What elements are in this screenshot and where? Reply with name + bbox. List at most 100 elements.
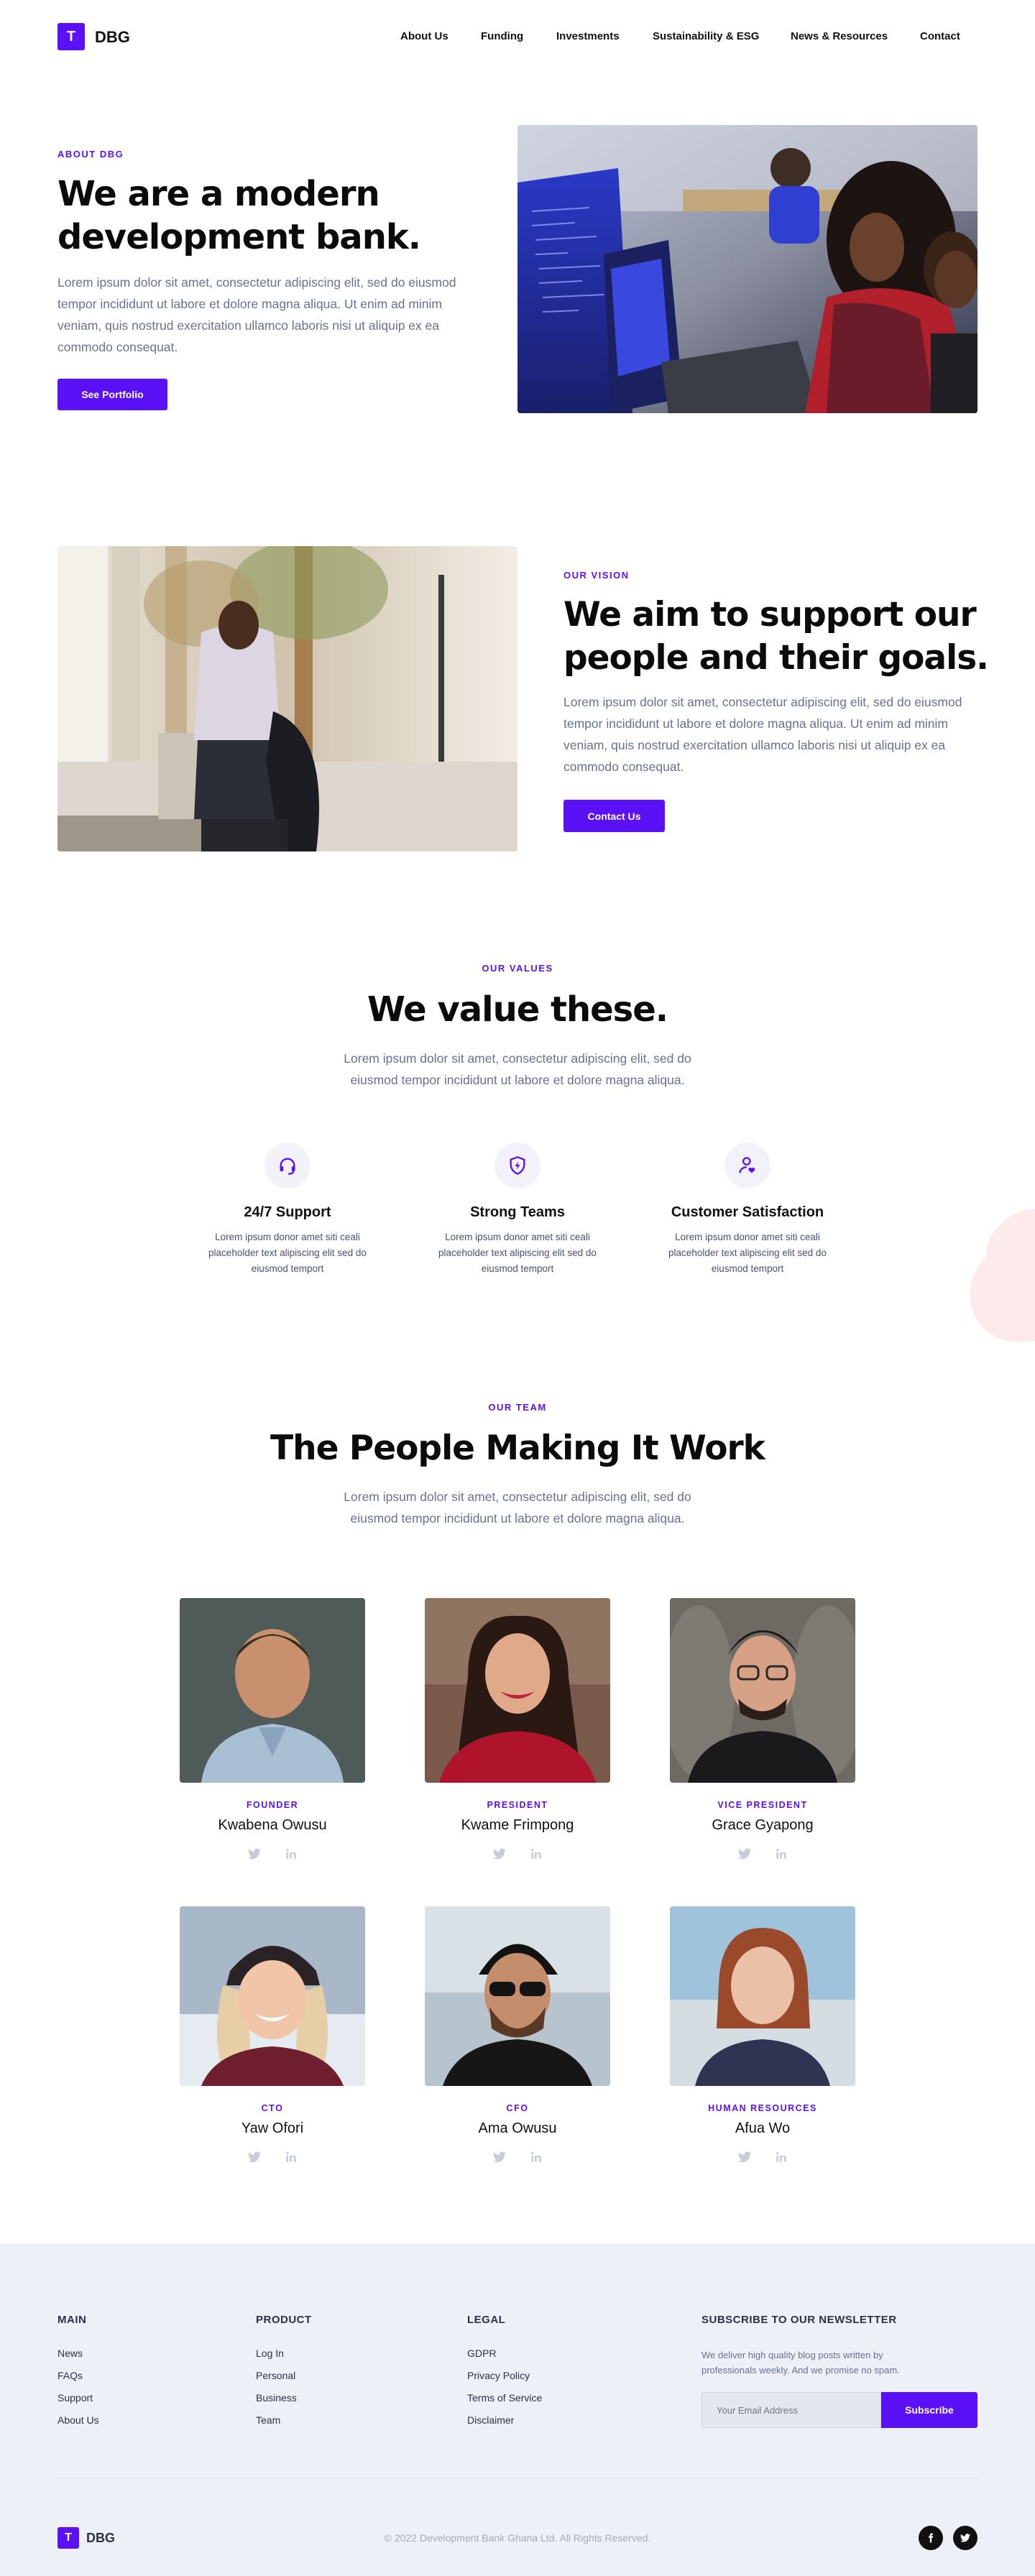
linkedin-icon[interactable] <box>776 1848 787 1860</box>
team-eyebrow: OUR TEAM <box>488 1402 547 1413</box>
footer-link-terms[interactable]: Terms of Service <box>467 2392 542 2404</box>
vision-title-line2: people and their goals. <box>564 638 989 678</box>
hero-image <box>518 125 978 413</box>
see-portfolio-button[interactable]: See Portfolio <box>58 379 167 410</box>
smiling-man-photo <box>58 546 518 851</box>
logo-text[interactable]: DBG <box>95 28 130 47</box>
footer-link-news[interactable]: News <box>58 2348 99 2359</box>
value-text-line: eiusmod temport <box>711 1263 784 1274</box>
member-role: VICE PRESIDENT <box>717 1800 808 1810</box>
value-text-line: placeholder text alipiscing elit sed do <box>208 1247 367 1258</box>
member-name: Ama Owusu <box>478 2120 557 2136</box>
team-member-card: PRESIDENT Kwame Frimpong <box>425 1598 610 1860</box>
values-eyebrow: OUR VALUES <box>482 963 553 974</box>
member-portrait <box>425 1598 610 1783</box>
team-description-line2: eiusmod tempor incididunt ut labore et d… <box>350 1511 685 1525</box>
linkedin-icon[interactable] <box>285 1848 297 1860</box>
twitter-icon[interactable] <box>493 1848 506 1860</box>
value-text-line: Lorem ipsum donor amet siti ceali <box>445 1232 590 1242</box>
footer-link-log-in[interactable]: Log In <box>256 2348 312 2359</box>
linkedin-icon[interactable] <box>530 2151 542 2163</box>
contact-us-button[interactable]: Contact Us <box>564 800 665 832</box>
user-heart-icon <box>739 1157 755 1173</box>
member-social <box>670 1848 855 1860</box>
vision-title-line1: We aim to support our <box>564 595 977 634</box>
twitter-icon[interactable] <box>738 1848 751 1860</box>
member-photo <box>425 1906 610 2086</box>
vision-image <box>58 546 518 851</box>
nav-news-resources[interactable]: News & Resources <box>791 30 888 42</box>
newsletter-text-line1: We deliver high quality blog posts writt… <box>702 2350 883 2360</box>
footer-heading: LEGAL <box>467 2314 506 2326</box>
member-social <box>425 2151 610 2163</box>
twitter-icon[interactable] <box>248 2151 261 2163</box>
logo-mark[interactable]: T <box>58 23 85 50</box>
nav-funding[interactable]: Funding <box>481 30 523 42</box>
value-icon-wrap <box>264 1142 310 1188</box>
value-text-line: eiusmod temport <box>481 1263 554 1274</box>
member-photo <box>670 1906 855 2086</box>
nav-about-us[interactable]: About Us <box>400 30 448 42</box>
decorative-blob <box>970 1209 1035 1342</box>
twitter-icon[interactable] <box>953 2526 978 2550</box>
member-portrait <box>180 1906 365 2086</box>
value-icon-wrap <box>494 1142 540 1188</box>
values-description: Lorem ipsum dolor sit amet, consectetur … <box>0 1048 1035 1091</box>
value-text-line: Lorem ipsum donor amet siti ceali <box>215 1232 360 1242</box>
newsletter: SUBSCRIBE TO OUR NEWSLETTER We deliver h… <box>702 2314 978 2428</box>
team-member-card: FOUNDER Kwabena Owusu <box>180 1598 365 1860</box>
team-member-card: VICE PRESIDENT Grace Gyapong <box>670 1598 855 1860</box>
footer-divider <box>58 2478 978 2479</box>
member-role: PRESIDENT <box>487 1800 548 1810</box>
subscribe-button[interactable]: Subscribe <box>881 2392 978 2428</box>
nav-investments[interactable]: Investments <box>556 30 620 42</box>
value-text: Lorem ipsum donor amet siti ceali placeh… <box>187 1229 388 1277</box>
member-portrait <box>670 1598 855 1783</box>
footer-col-legal: LEGAL GDPR Privacy Policy Terms of Servi… <box>467 2314 542 2426</box>
footer-link-gdpr[interactable]: GDPR <box>467 2348 542 2359</box>
shield-icon <box>510 1156 525 1175</box>
footer-col-product: PRODUCT Log In Personal Business Team <box>256 2314 312 2426</box>
footer-link-business[interactable]: Business <box>256 2392 312 2404</box>
member-role: CTO <box>261 2103 284 2113</box>
headset-icon <box>280 1158 295 1175</box>
footer-link-disclaimer[interactable]: Disclaimer <box>467 2414 542 2426</box>
member-name: Grace Gyapong <box>712 1817 814 1833</box>
footer-col-main: MAIN News FAQs Support About Us <box>58 2314 99 2426</box>
member-social <box>180 1848 365 1860</box>
twitter-icon[interactable] <box>738 2151 751 2163</box>
footer-link-support[interactable]: Support <box>58 2392 99 2404</box>
footer-link-privacy-policy[interactable]: Privacy Policy <box>467 2370 542 2381</box>
linkedin-icon[interactable] <box>776 2151 787 2163</box>
value-text: Lorem ipsum donor amet siti ceali placeh… <box>647 1229 848 1277</box>
member-role: HUMAN RESOURCES <box>708 2103 817 2113</box>
values-description-line1: Lorem ipsum dolor sit amet, consectetur … <box>344 1051 691 1066</box>
site-footer: MAIN News FAQs Support About Us PRODUCT … <box>0 2243 1035 2576</box>
linkedin-icon[interactable] <box>530 1848 542 1860</box>
value-text-line: placeholder text alipiscing elit sed do <box>438 1247 597 1258</box>
member-portrait <box>670 1906 855 2086</box>
member-social <box>670 2151 855 2163</box>
footer-link-faqs[interactable]: FAQs <box>58 2370 99 2381</box>
twitter-icon[interactable] <box>493 2151 506 2163</box>
member-role: FOUNDER <box>246 1800 299 1810</box>
team-description-line1: Lorem ipsum dolor sit amet, consectetur … <box>344 1490 691 1504</box>
footer-heading: MAIN <box>58 2314 87 2326</box>
twitter-icon[interactable] <box>248 1848 261 1860</box>
team-title: The People Making It Work <box>270 1428 765 1468</box>
vision-eyebrow: OUR VISION <box>564 570 630 581</box>
member-photo <box>180 1906 365 2086</box>
footer-link-team[interactable]: Team <box>256 2414 312 2426</box>
footer-link-personal[interactable]: Personal <box>256 2370 312 2381</box>
email-input[interactable] <box>702 2392 881 2428</box>
member-name: Kwame Frimpong <box>461 1817 574 1833</box>
member-social <box>180 2151 365 2163</box>
site-header: T DBG About Us Funding Investments Susta… <box>58 23 978 52</box>
linkedin-icon[interactable] <box>285 2151 297 2163</box>
facebook-icon[interactable] <box>919 2526 943 2550</box>
nav-sustainability-esg[interactable]: Sustainability & ESG <box>653 30 759 42</box>
nav-contact[interactable]: Contact <box>920 30 960 42</box>
team-member-card: CTO Yaw Ofori <box>180 1906 365 2163</box>
footer-link-about-us[interactable]: About Us <box>58 2414 99 2426</box>
hero-title: We are a modern development bank. <box>58 172 489 259</box>
